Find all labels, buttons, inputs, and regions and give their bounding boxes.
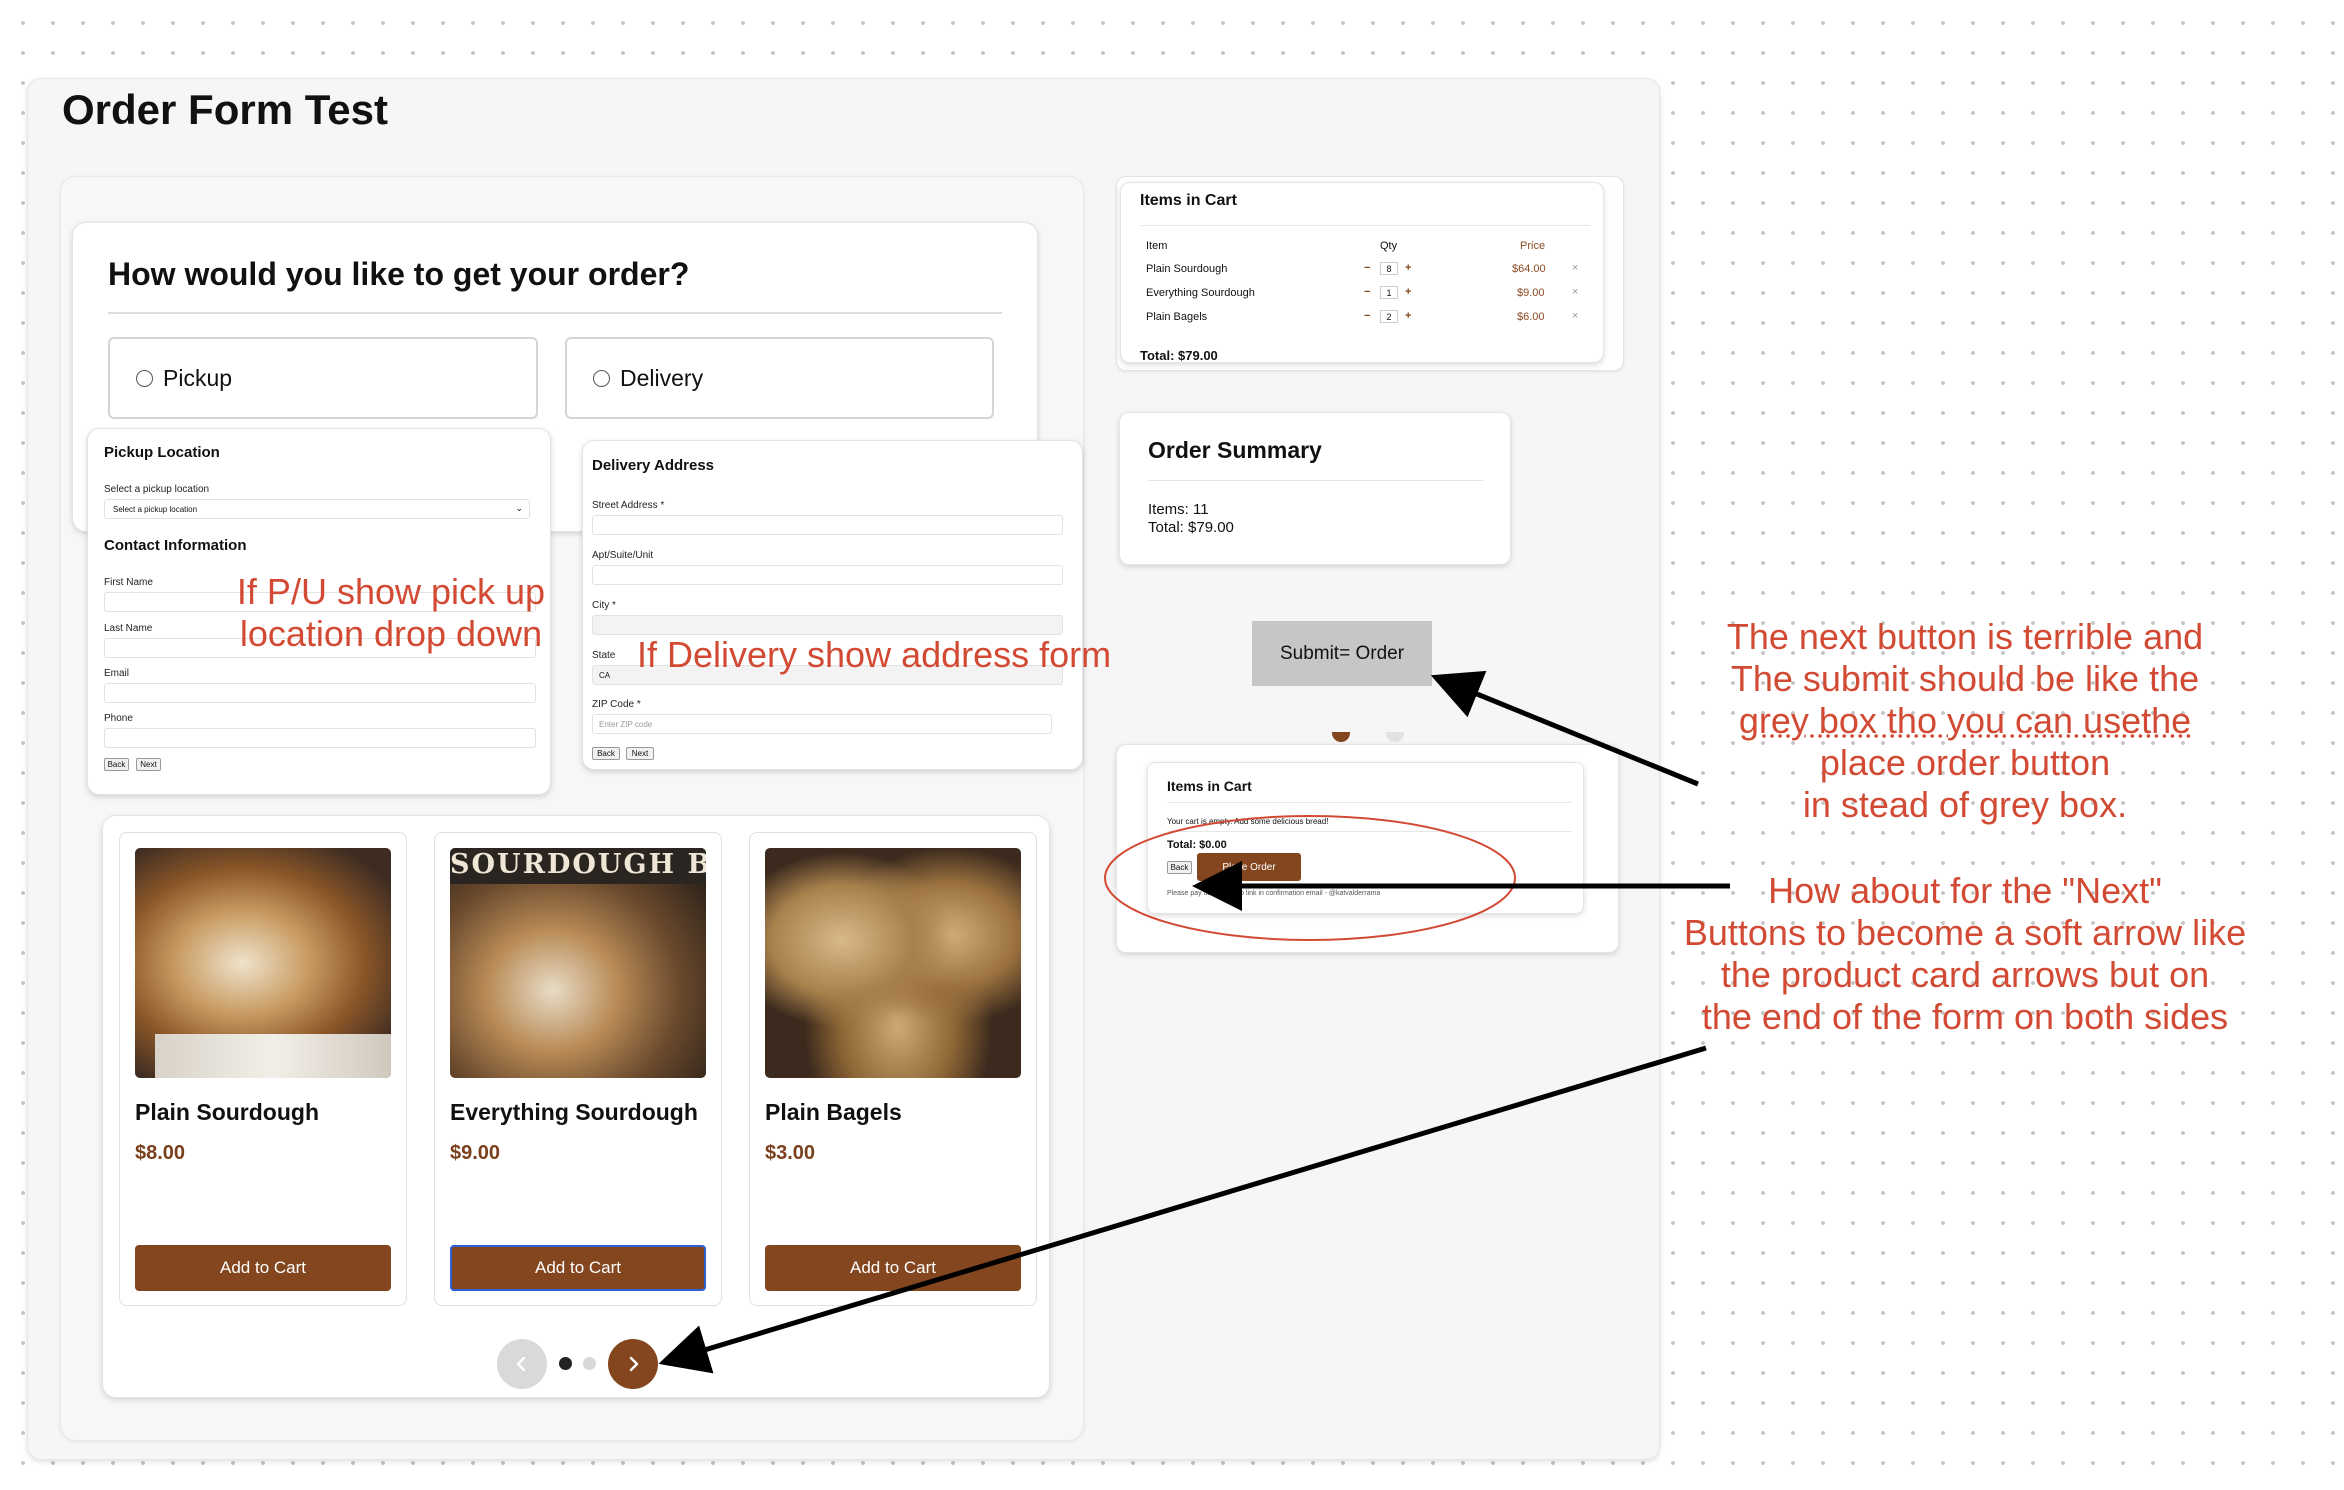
place-order-highlight	[1104, 815, 1516, 941]
annotation-arrows	[658, 670, 1730, 1374]
arrow-to-carousel-next	[658, 1045, 1707, 1374]
arrow-to-grey-box	[1430, 670, 1699, 787]
